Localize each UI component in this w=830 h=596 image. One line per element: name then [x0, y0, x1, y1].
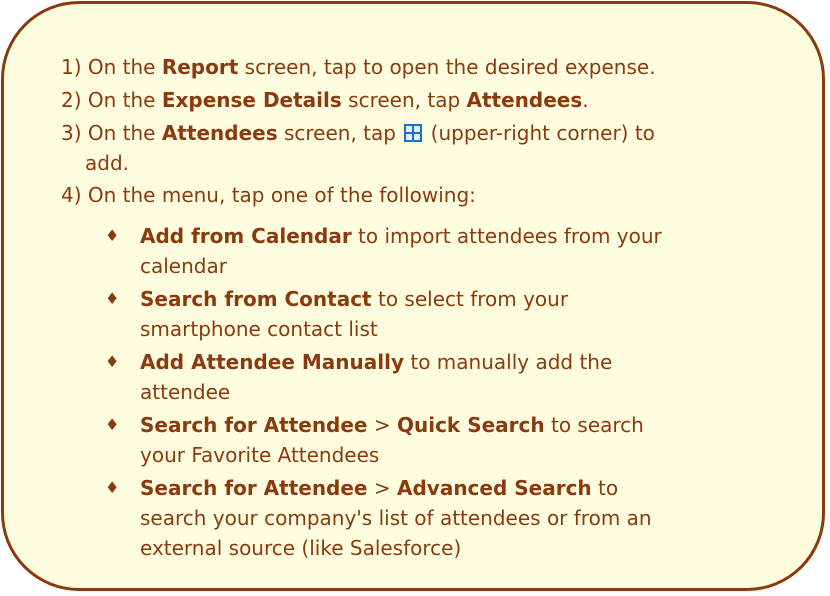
option-text: to manually add the	[404, 350, 613, 374]
option-item: ♦ Search for Attendee > Advanced Search t…	[105, 473, 652, 563]
step-3: 3) On the Attendees screen, tap (upper-r…	[61, 118, 655, 178]
option-bold-term: Add Attendee Manually	[140, 350, 405, 374]
step-text: On the	[81, 88, 162, 112]
step-number: 4)	[61, 183, 82, 207]
option-item: ♦ Add from Calendar to import attendees f…	[105, 221, 662, 281]
step-text: On the	[81, 55, 162, 79]
option-bold-term: Search from Contact	[140, 287, 372, 311]
option-item: ♦ Add Attendee Manually to manually add t…	[105, 347, 613, 407]
option-text: to select from your	[371, 287, 569, 311]
option-continuation: search your company's list of attendees …	[140, 506, 652, 530]
step-bold-term: Attendees	[161, 121, 278, 145]
option-continuation: your Favorite Attendees	[140, 443, 380, 467]
step-text: (upper-right corner) to	[424, 121, 655, 145]
step-text: screen, tap	[341, 88, 467, 112]
step-1: 1) On the Report screen, tap to open the…	[61, 52, 656, 82]
step-2: 2) On the Expense Details screen, tap At…	[61, 85, 589, 115]
step-continuation: add.	[85, 151, 130, 175]
option-separator: >	[367, 476, 397, 500]
option-bold-term: Add from Calendar	[140, 224, 352, 248]
step-4: 4) On the menu, tap one of the following…	[61, 180, 476, 210]
option-continuation: attendee	[140, 380, 231, 404]
step-text: .	[582, 88, 589, 112]
step-text: On the	[81, 121, 162, 145]
step-bold-term: Expense Details	[161, 88, 342, 112]
option-continuation: smartphone contact list	[140, 317, 378, 341]
diamond-bullet-icon: ♦	[105, 352, 120, 371]
instruction-card: 1) On the Report screen, tap to open the…	[1, 1, 825, 591]
diamond-bullet-icon: ♦	[105, 478, 120, 497]
option-text: to search	[544, 413, 644, 437]
option-bold-term: Advanced Search	[396, 476, 592, 500]
step-text: screen, tap	[277, 121, 403, 145]
plus-icon	[404, 124, 423, 142]
option-continuation: calendar	[140, 254, 227, 278]
option-text: to import attendees from your	[351, 224, 662, 248]
option-text: to	[591, 476, 619, 500]
step-text: On the menu, tap one of the following:	[81, 183, 476, 207]
option-bold-term: Quick Search	[396, 413, 545, 437]
option-bold-term: Search for Attendee	[140, 413, 368, 437]
step-bold-term: Report	[161, 55, 239, 79]
option-bold-term: Search for Attendee	[140, 476, 368, 500]
step-number: 2)	[61, 88, 82, 112]
option-item: ♦ Search for Attendee > Quick Search to s…	[105, 410, 644, 470]
diamond-bullet-icon: ♦	[105, 226, 120, 245]
option-separator: >	[367, 413, 397, 437]
option-item: ♦ Search from Contact to select from your…	[105, 284, 569, 344]
step-text: screen, tap to open the desired expense.	[238, 55, 656, 79]
step-number: 1)	[61, 55, 82, 79]
diamond-bullet-icon: ♦	[105, 289, 120, 308]
diamond-bullet-icon: ♦	[105, 415, 120, 434]
step-bold-term: Attendees	[466, 88, 583, 112]
option-continuation: external source (like Salesforce)	[140, 536, 462, 560]
step-number: 3)	[61, 121, 82, 145]
